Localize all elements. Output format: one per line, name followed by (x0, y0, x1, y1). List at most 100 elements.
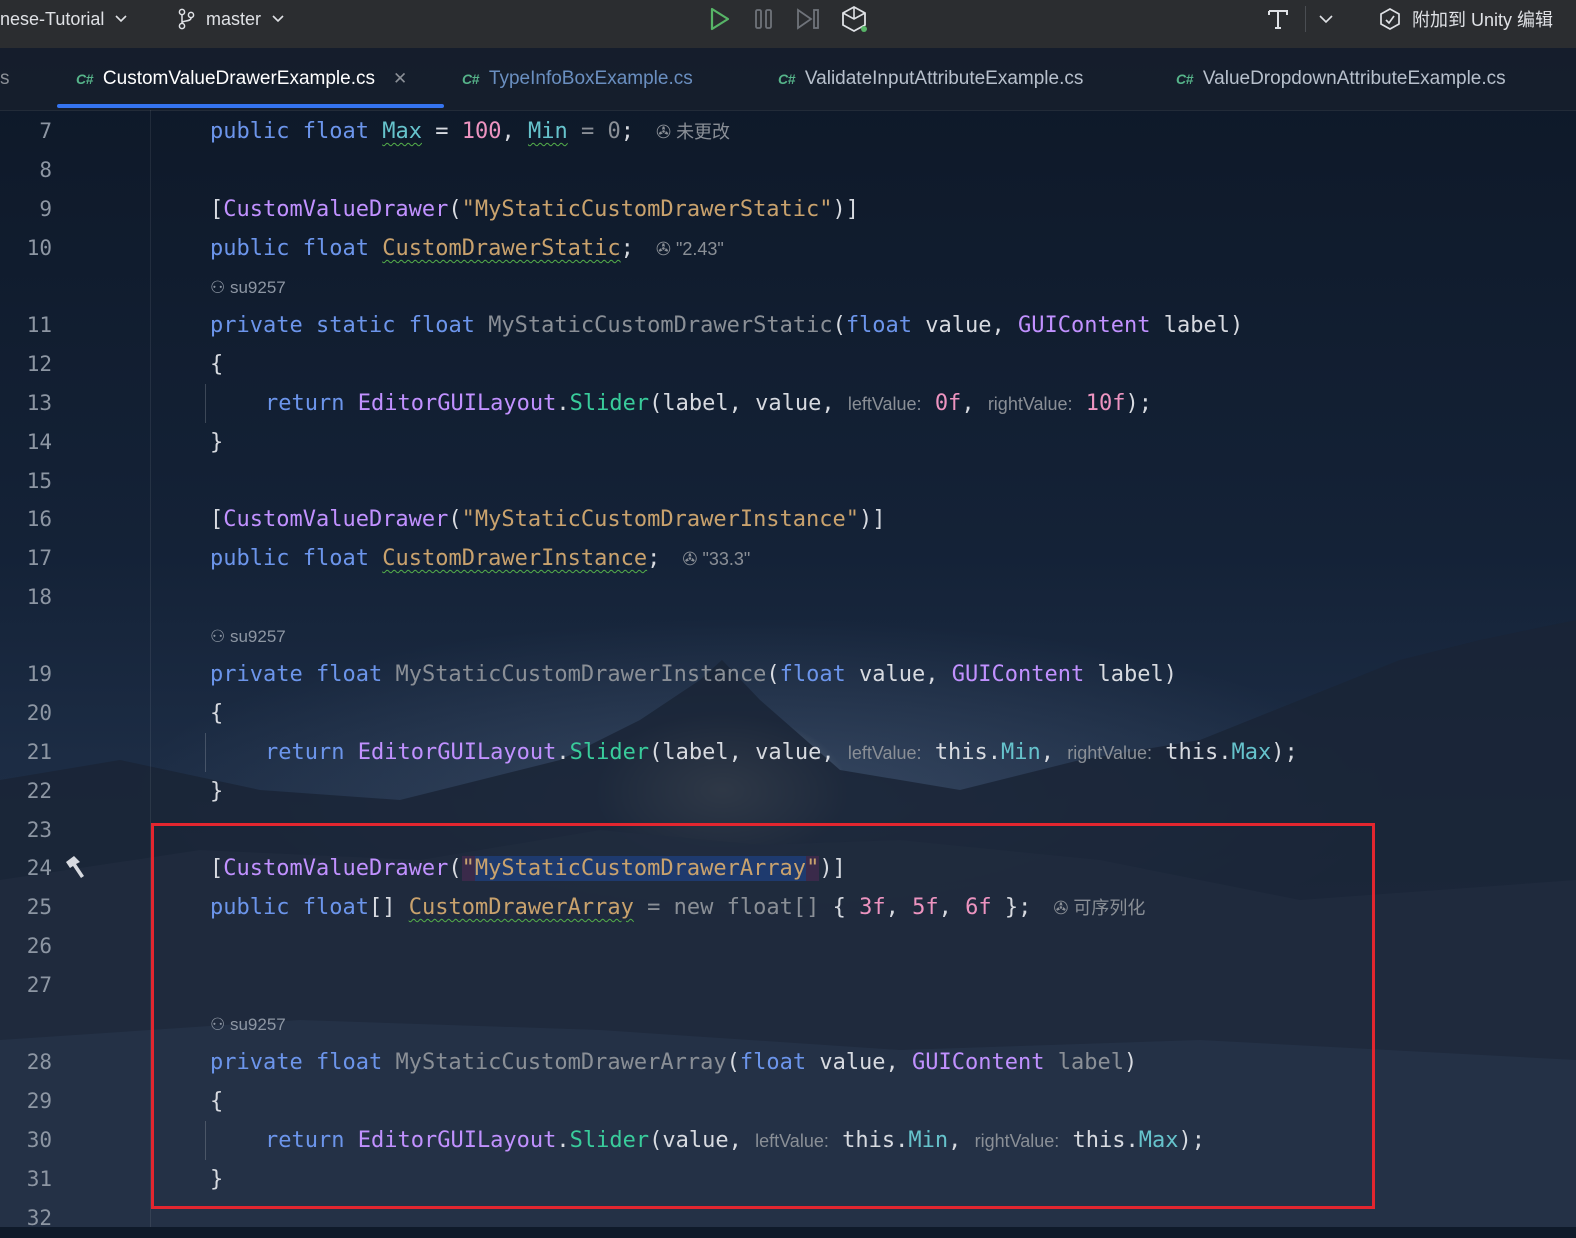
line-number: 28 (26, 1050, 52, 1074)
unity-inline-hint: ✇ 未更改 (656, 122, 730, 142)
attach-unity-button[interactable]: 附加到 Unity 编辑 (1378, 0, 1553, 38)
code-line-13[interactable]: return EditorGUILayout.Slider(label, val… (265, 384, 1152, 423)
line-number: 31 (26, 1167, 52, 1191)
code-punct: ; (647, 546, 661, 571)
unity-bug-icon (842, 5, 867, 33)
code-punct: ); (1125, 391, 1153, 416)
method-call: Slider (569, 391, 650, 416)
tab-customvaluedrawerexample[interactable]: C# CustomValueDrawerExample.cs ✕ (76, 48, 407, 110)
attach-icon (1380, 8, 1400, 30)
more-dropdown[interactable] (1318, 0, 1334, 38)
chevron-down-icon (115, 15, 127, 23)
attribute-name: CustomValueDrawer (223, 507, 449, 532)
run-button[interactable] (706, 0, 732, 38)
tab-typeinfoboxexample[interactable]: C# TypeInfoBoxExample.cs (462, 48, 693, 110)
line-number: 13 (26, 391, 52, 415)
line-number: 27 (26, 973, 52, 997)
keyword: private (210, 662, 303, 687)
keyword: public (210, 119, 290, 144)
line-number: 11 (26, 313, 52, 337)
code-punct: , (501, 119, 528, 144)
unity-inline-hint: ✇ "33.3" (682, 549, 750, 569)
code-line-19[interactable]: private float MyStaticCustomDrawerInstan… (210, 655, 1177, 694)
hammer-icon[interactable] (62, 854, 88, 885)
author-name: su9257 (229, 627, 286, 646)
chevron-down-icon (272, 15, 284, 23)
code-author-hint[interactable]: ⚇ su9257 (210, 622, 286, 652)
step-button[interactable] (794, 0, 822, 38)
tab-label: ValidateInputAttributeExample.cs (804, 68, 1084, 89)
editor-tab-bar: s C# CustomValueDrawerExample.cs ✕ C# Ty… (0, 48, 1576, 111)
code-line-11[interactable]: private static float MyStaticCustomDrawe… (210, 306, 1243, 345)
method-name: MyStaticCustomDrawerStatic (488, 313, 833, 338)
method-call: Slider (569, 740, 650, 765)
code-punct: . (556, 740, 570, 765)
csharp-icon: C# (76, 71, 93, 87)
branch-selector[interactable]: master (176, 0, 285, 38)
hint-text: "2.43" (675, 239, 724, 259)
hint-text: 未更改 (676, 122, 731, 142)
project-name: nese-Tutorial (0, 8, 105, 29)
csharp-icon: C# (1176, 71, 1193, 87)
keyword: float (302, 119, 369, 144)
keyword: public (210, 546, 290, 571)
line-number: 32 (26, 1206, 52, 1230)
code-punct: = (421, 119, 462, 144)
parameter-hint: leftValue: (847, 743, 922, 763)
project-selector[interactable]: nese-Tutorial (0, 0, 128, 38)
play-icon (710, 7, 730, 31)
line-number: 25 (26, 895, 52, 919)
code-line-7[interactable]: public float Max = 100, Min = 0; ✇ 未更改 (210, 112, 730, 151)
code-line-14[interactable]: } (210, 423, 223, 462)
code-line-12[interactable]: { (210, 345, 223, 384)
code-punct: . (987, 740, 1002, 765)
code-line-17[interactable]: public float CustomDrawerInstance; ✇ "33.… (210, 539, 750, 578)
line-number: 18 (26, 585, 52, 609)
indent-guide (205, 384, 206, 423)
class-name: EditorGUILayout (357, 740, 557, 765)
tab-valuedropdownattributeexample[interactable]: C# ValueDropdownAttributeExample.cs (1176, 48, 1506, 110)
parameter: value, (845, 662, 952, 687)
code-line-22[interactable]: } (210, 772, 223, 811)
indent-guide (205, 733, 206, 772)
keyword: return (265, 740, 345, 765)
tab-overflow-left[interactable]: s (0, 48, 10, 110)
close-icon[interactable]: ✕ (393, 69, 407, 89)
line-number: 17 (26, 546, 52, 570)
code-line-10[interactable]: public float CustomDrawerStatic; ✇ "2.43" (210, 229, 724, 268)
code-line-20[interactable]: { (210, 694, 223, 733)
keyword: float (302, 546, 369, 571)
unity-icon: ✇ (682, 549, 703, 569)
code-punct: ( (766, 662, 780, 687)
line-number: 14 (26, 430, 52, 454)
highlight-annotation-box (151, 823, 1375, 1209)
line-number: 22 (26, 779, 52, 803)
line-number: 20 (26, 701, 52, 725)
field-name: CustomDrawerStatic (382, 236, 621, 261)
tab-validateinputattributeexample[interactable]: C# ValidateInputAttributeExample.cs (778, 48, 1083, 110)
attach-unity-label: 附加到 Unity 编辑 (1412, 10, 1554, 30)
parameter: label) (1150, 313, 1244, 338)
pause-button[interactable] (752, 0, 776, 38)
code-punct: ; (620, 236, 634, 261)
code-punct: )] (832, 197, 860, 222)
type-name: GUIContent (1018, 313, 1151, 338)
keyword: float (779, 662, 846, 687)
hint-text: "33.3" (702, 549, 751, 569)
code-author-hint[interactable]: ⚇ su9257 (210, 273, 286, 303)
code-line-16[interactable]: [CustomValueDrawer("MyStaticCustomDrawer… (210, 500, 886, 539)
code-punct: , (1040, 740, 1068, 765)
format-button[interactable] (1266, 0, 1290, 38)
keyword: return (265, 391, 345, 416)
code-punct: ; (620, 119, 634, 144)
line-number: 30 (26, 1128, 52, 1152)
field-name: CustomDrawerInstance (382, 546, 648, 571)
unity-icon: ✇ (655, 239, 676, 259)
tab-label: CustomValueDrawerExample.cs (102, 68, 375, 89)
code-line-9[interactable]: [CustomValueDrawer("MyStaticCustomDrawer… (210, 190, 859, 229)
code-line-21[interactable]: return EditorGUILayout.Slider(label, val… (265, 733, 1298, 772)
code-punct: ( (448, 197, 462, 222)
keyword: this (1165, 740, 1219, 765)
string-literal: "MyStaticCustomDrawerStatic" (461, 197, 833, 222)
unity-debug-button[interactable] (838, 0, 870, 38)
